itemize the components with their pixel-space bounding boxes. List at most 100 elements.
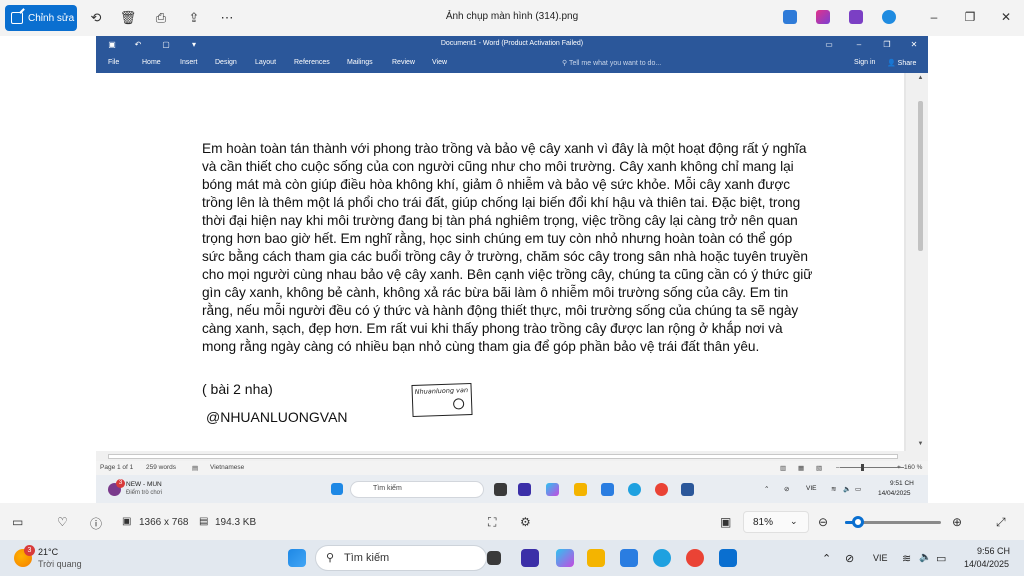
tab-view[interactable]: View [432,59,447,66]
read-mode-icon[interactable]: ▥ [780,464,786,472]
volume-icon[interactable]: 🔈 [919,552,931,563]
inner-language-label[interactable]: VIE [806,485,816,492]
more-icon[interactable]: ⋯ [219,10,235,26]
zoom-slider[interactable] [840,467,904,468]
fullscreen-icon[interactable]: ⤢ [996,515,1006,530]
clipchamp-icon[interactable] [816,10,830,24]
windows-start-icon[interactable] [288,549,306,567]
document-note[interactable]: ( bài 2 nha) [202,381,273,397]
document-paragraph[interactable]: Em hoàn toàn tán thành với phong trào tr… [202,140,814,356]
close-icon[interactable]: ✕ [998,9,1014,25]
taskbar-edge-icon[interactable] [653,549,671,567]
photos-zoom-out-icon[interactable]: ⊖ [818,515,828,529]
photos-zoom-knob[interactable] [852,516,864,528]
taskbar-tray-app-icon[interactable]: ⊘ [845,552,854,565]
word-restore-icon[interactable]: ❐ [881,39,893,51]
start-icon[interactable] [331,483,343,495]
tray-app-icon[interactable]: ⊘ [784,485,789,493]
taskbar-chrome-icon[interactable] [686,549,704,567]
clock-time[interactable]: 9:56 CH [977,546,1010,556]
settings-icon[interactable]: ⚙ [520,515,531,529]
tab-home[interactable]: Home [142,59,161,66]
word-taskbar-icon[interactable] [681,483,694,496]
clock-date[interactable]: 14/04/2025 [964,559,1009,569]
task-view-icon[interactable] [494,483,507,496]
tray-chevron-icon[interactable]: ⌃ [764,485,769,493]
fit-window-icon[interactable]: ▣ [720,515,731,529]
info-icon[interactable]: ⓘ [90,515,102,532]
battery-icon[interactable]: ▭ [936,552,946,565]
delete-icon[interactable]: 🗑 [120,10,137,26]
weather-temp[interactable]: 21°C [38,547,58,557]
print-icon[interactable]: ⎙ [153,10,169,26]
inner-search-box[interactable]: Tìm kiếm [350,481,484,498]
rotate-icon[interactable]: ⟲ [88,10,104,26]
word-close-icon[interactable]: ✕ [908,39,920,51]
inner-clock-time[interactable]: 9:51 CH [890,480,914,487]
edge-icon[interactable] [628,483,641,496]
maximize-icon[interactable]: ❐ [962,9,978,25]
page-count[interactable]: Page 1 of 1 [100,464,133,471]
tab-mailings[interactable]: Mailings [347,59,373,66]
document-signature[interactable]: @NHUANLUONGVAN [206,409,348,425]
tab-insert[interactable]: Insert [180,59,198,66]
sign-in-link[interactable]: Sign in [854,59,875,66]
favorite-icon[interactable]: ♡ [57,515,68,529]
tell-me-search[interactable]: ⚲ Tell me what you want to do... [562,59,661,67]
scroll-down-icon[interactable]: ▼ [916,441,925,447]
designer-icon[interactable] [849,10,863,24]
app-icon-1[interactable] [518,483,531,496]
tab-file[interactable]: File [108,59,119,66]
edit-app-icon[interactable] [783,10,797,24]
tab-design[interactable]: Design [215,59,237,66]
zoom-in-icon[interactable]: + [897,464,901,471]
crop-icon[interactable]: ⛶ [488,515,496,530]
scroll-up-icon[interactable]: ▲ [916,75,925,81]
share-icon[interactable]: ⇪ [186,10,202,26]
inner-battery-icon[interactable]: ▭ [855,485,861,493]
chrome-icon[interactable] [655,483,668,496]
print-layout-icon[interactable]: ▦ [798,464,804,472]
taskbar-copilot-icon[interactable] [556,549,574,567]
file-explorer-icon[interactable] [574,483,587,496]
wifi-icon[interactable]: ≋ [902,552,911,565]
taskbar-language[interactable]: VIE [873,553,888,563]
copilot-icon[interactable] [546,483,559,496]
word-count[interactable]: 259 words [146,464,176,471]
inner-wifi-icon[interactable]: ≋ [831,485,836,493]
zoom-level[interactable]: 160 % [904,464,922,471]
taskbar-store-icon[interactable] [620,549,638,567]
photos-zoom-in-icon[interactable]: ⊕ [952,515,962,529]
taskbar-file-explorer-icon[interactable] [587,549,605,567]
filmstrip-icon[interactable]: ▭ [12,515,23,529]
inner-clock-date[interactable]: 14/04/2025 [878,490,911,497]
store-icon[interactable] [601,483,614,496]
taskbar-photos-icon[interactable] [719,549,737,567]
taskbar-task-view-icon[interactable] [487,551,501,565]
notification-title[interactable]: NEW - MUN [126,481,162,488]
word-minimize-icon[interactable]: – [853,39,865,51]
tab-review[interactable]: Review [392,59,415,66]
zoom-dropdown[interactable]: 81% ⌄ [743,511,809,533]
edit-button[interactable]: Chỉnh sửa [5,5,77,31]
web-layout-icon[interactable]: ▧ [816,464,822,472]
tab-layout[interactable]: Layout [255,59,276,66]
taskbar-search-box[interactable]: ⚲ Tìm kiếm [315,545,487,571]
taskbar-tray-chevron-icon[interactable]: ⌃ [822,552,831,565]
inner-volume-icon[interactable]: 🔈 [843,485,851,493]
scroll-thumb[interactable] [918,101,923,251]
language-label[interactable]: Vietnamese [210,464,244,471]
weather-desc[interactable]: Trời quang [38,559,82,569]
minimize-icon[interactable]: – [926,9,942,25]
tab-references[interactable]: References [294,59,330,66]
ribbon-display-icon[interactable]: ▭ [823,39,835,51]
taskbar-app-icon[interactable] [521,549,539,567]
zoom-slider-knob[interactable] [861,464,864,471]
share-button[interactable]: 👤 Share [887,59,916,67]
horizontal-scrollbar[interactable] [96,451,928,461]
proofing-icon[interactable]: ▤ [192,464,198,472]
notification-subtitle[interactable]: Điểm trò chơi [126,490,162,496]
vertical-scrollbar[interactable]: ▲ ▼ [906,73,928,451]
horizontal-scroll-thumb[interactable] [108,454,898,459]
onedrive-icon[interactable] [882,10,896,24]
